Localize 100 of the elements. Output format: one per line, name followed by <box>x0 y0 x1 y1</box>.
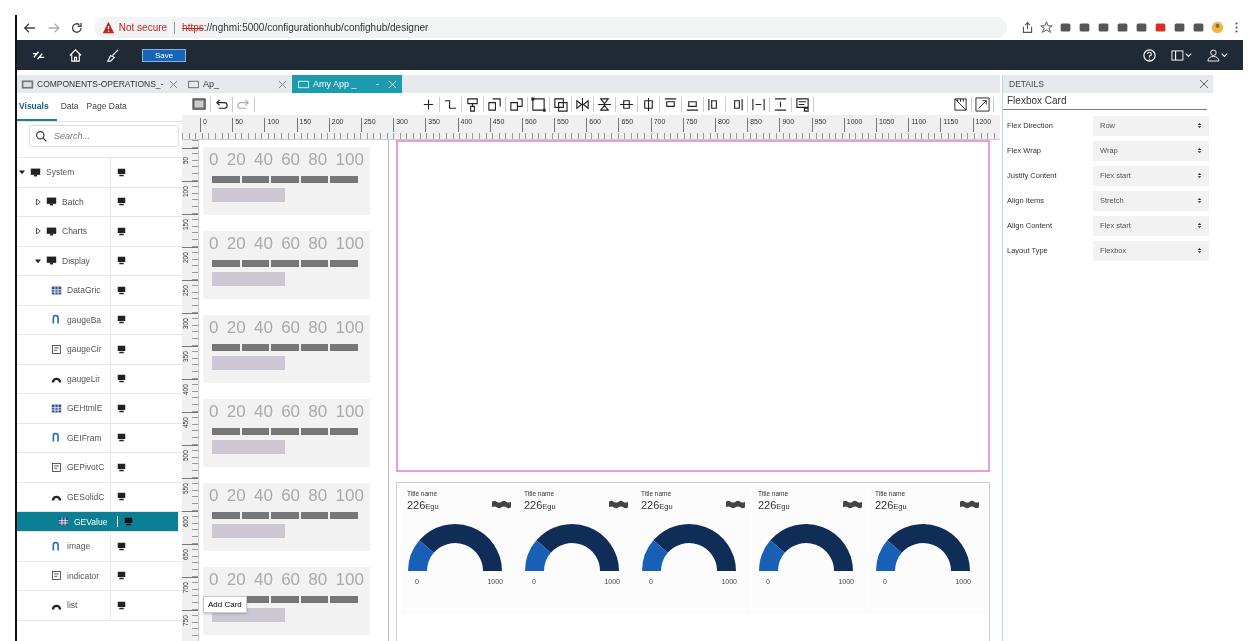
sort-arrows-icon <box>1197 222 1202 229</box>
caret-right-icon[interactable] <box>35 228 41 235</box>
screen-icon <box>21 77 34 91</box>
wave-icon <box>609 499 628 510</box>
tree-item[interactable]: list <box>17 591 182 621</box>
tree-item[interactable]: indicator <box>17 561 182 591</box>
tree-item[interactable]: Charts <box>17 217 182 247</box>
monitor-icon[interactable] <box>117 197 126 207</box>
distribute-vertical-icon[interactable] <box>773 96 792 112</box>
send-back-icon[interactable] <box>509 96 528 112</box>
component-icon <box>51 461 62 473</box>
component-icon <box>46 196 57 208</box>
tree-item[interactable]: image <box>17 532 182 562</box>
panel-tab[interactable]: Page Data <box>82 93 131 121</box>
monitor-icon[interactable] <box>117 571 126 581</box>
distribute-horizontal-icon[interactable] <box>751 96 770 112</box>
close-icon[interactable] <box>1199 79 1209 89</box>
tooltip: Add Card <box>203 596 247 613</box>
panel-tab[interactable]: COMPONENTS-OPERATIONS_- <box>17 75 182 93</box>
wave-icon <box>960 499 979 510</box>
address-bar[interactable]: Not secure https://nghmi:5000/configurationhub/confighub/designer <box>93 17 1007 38</box>
share-icon[interactable] <box>1021 21 1034 34</box>
profile-avatar-icon[interactable] <box>1211 21 1224 34</box>
caret-down-icon[interactable] <box>19 169 25 176</box>
star-icon[interactable] <box>1040 21 1053 34</box>
scale-labels: 0 20 40 60 80 100 <box>209 150 364 170</box>
tree-item[interactable]: GEPivotC <box>17 453 182 483</box>
back-icon[interactable] <box>23 20 37 35</box>
sort-arrows-icon <box>1197 197 1202 204</box>
tree-item[interactable]: DataGric <box>17 276 182 306</box>
close-icon[interactable] <box>169 79 178 89</box>
preview-settings-icon[interactable] <box>795 96 814 112</box>
component-icon <box>58 516 69 527</box>
ruler-toggle-icon[interactable] <box>953 96 972 112</box>
align-left-icon[interactable] <box>707 96 726 112</box>
scale-labels: 0 20 40 60 80 100 <box>209 402 364 422</box>
document-tab[interactable]: Ap_ <box>182 75 292 93</box>
screenshot-icon[interactable] <box>192 96 211 112</box>
tree-item[interactable]: GEHtmlE <box>17 394 182 424</box>
close-icon[interactable] <box>278 79 287 89</box>
tree-item[interactable]: GEValue <box>17 512 178 532</box>
home-icon[interactable] <box>68 47 83 63</box>
panel-tab[interactable]: Data <box>56 93 83 121</box>
crosshair-icon[interactable] <box>421 96 440 112</box>
monitor-icon[interactable] <box>117 167 126 177</box>
flip-vertical-icon[interactable] <box>597 96 616 112</box>
component-icon <box>51 540 62 552</box>
warning-icon <box>101 21 115 34</box>
monitor-icon[interactable] <box>117 492 126 502</box>
component-icon <box>51 402 62 414</box>
component-icon <box>51 284 62 296</box>
expand-icon[interactable] <box>975 96 994 112</box>
user-dropdown-icon[interactable] <box>1207 47 1229 63</box>
monitor-icon[interactable] <box>117 226 126 236</box>
search-field[interactable]: Search... <box>29 125 179 147</box>
reload-icon[interactable] <box>70 20 84 35</box>
save-button[interactable]: Save <box>142 48 187 62</box>
paint-roller-icon[interactable] <box>465 96 484 112</box>
tree-item[interactable]: System <box>17 158 182 188</box>
caret-right-icon[interactable] <box>35 198 41 205</box>
security-label: Not secure <box>118 22 168 33</box>
monitor-icon[interactable] <box>117 374 126 384</box>
align-bottom-icon[interactable] <box>685 96 704 112</box>
component-name: Flexbox Card <box>1003 93 1207 110</box>
monitor-icon[interactable] <box>117 256 126 266</box>
gauge-value: 226 <box>524 499 543 511</box>
monitor-icon[interactable] <box>117 433 126 443</box>
panel-tab[interactable]: Visuals <box>17 93 57 121</box>
monitor-icon[interactable] <box>117 315 126 325</box>
ungroup-icon[interactable] <box>553 96 572 112</box>
component-icon <box>51 432 62 444</box>
sort-arrows-icon <box>1197 147 1202 154</box>
gauge-value: 226 <box>875 499 894 511</box>
url-text: https://nghmi:5000/configurationhub/confighub/designer <box>182 22 429 33</box>
monitor-icon[interactable] <box>117 403 126 413</box>
monitor-icon[interactable] <box>117 541 126 551</box>
undo-icon[interactable] <box>214 96 233 112</box>
align-top-icon[interactable] <box>663 96 682 112</box>
connector-icon[interactable] <box>443 96 462 112</box>
wave-icon <box>843 499 862 510</box>
panel-dropdown-icon[interactable] <box>1171 47 1193 63</box>
bring-front-icon[interactable] <box>487 96 506 112</box>
tree-item[interactable]: Display <box>17 246 182 276</box>
group-icon[interactable] <box>531 96 550 112</box>
wave-icon <box>726 499 745 510</box>
scale-labels: 0 20 40 60 80 100 <box>209 318 364 338</box>
tree-item[interactable]: gaugeCir <box>17 335 182 365</box>
monitor-icon[interactable] <box>117 344 126 354</box>
sort-arrows-icon <box>1197 172 1202 179</box>
tree-item[interactable]: Batch <box>17 187 182 217</box>
help-icon[interactable] <box>1142 47 1157 63</box>
search-icon <box>35 130 48 143</box>
gauge-value: 226 <box>641 499 660 511</box>
align-center-icon[interactable] <box>641 96 660 112</box>
caret-down-icon[interactable] <box>35 257 41 264</box>
align-middle-icon[interactable] <box>619 96 638 112</box>
monitor-icon[interactable] <box>117 600 126 610</box>
monitor-icon[interactable] <box>117 285 126 295</box>
monitor-icon[interactable] <box>117 462 126 472</box>
flip-horizontal-icon[interactable] <box>575 96 594 112</box>
